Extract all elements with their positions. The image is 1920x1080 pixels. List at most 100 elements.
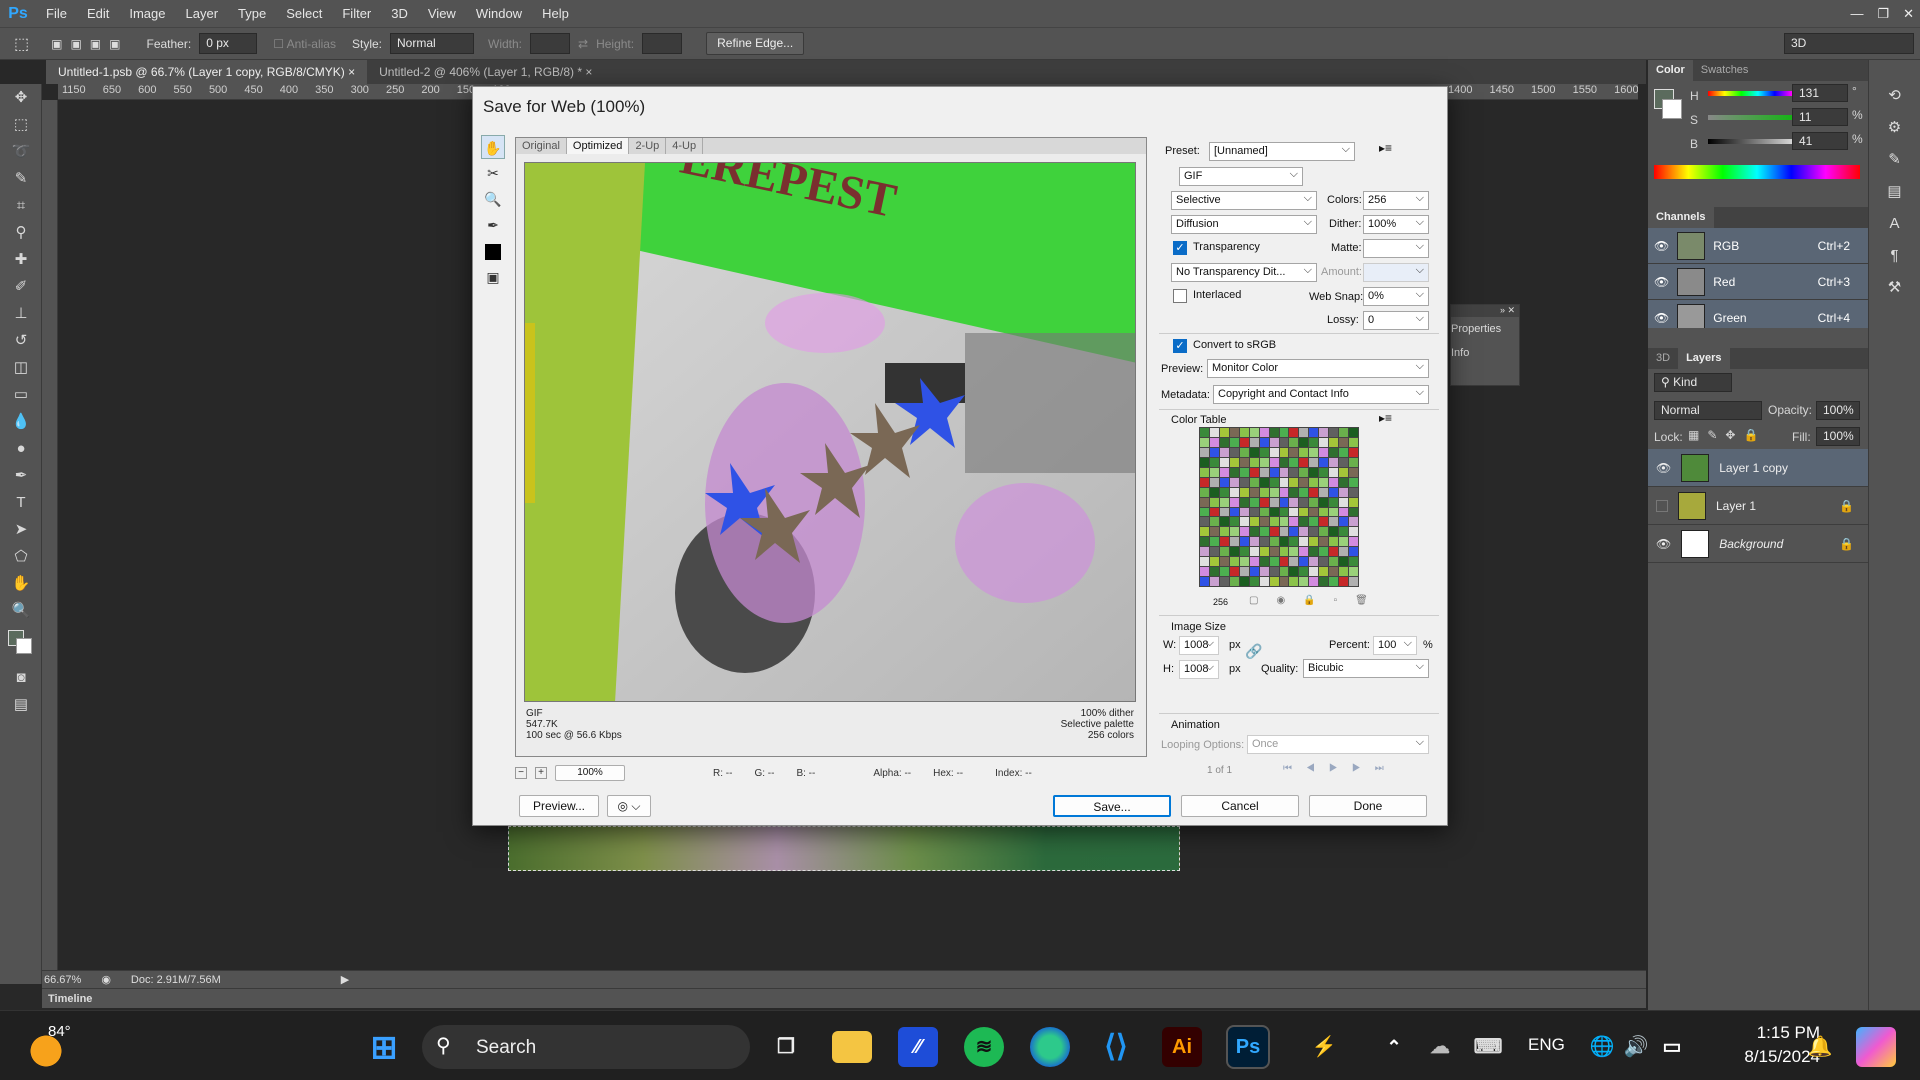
- color-table-swatch[interactable]: [1259, 547, 1269, 557]
- color-table-swatch[interactable]: [1249, 577, 1259, 586]
- color-table-swatch[interactable]: [1309, 557, 1319, 567]
- gradient-tool-icon[interactable]: ▭: [0, 381, 42, 408]
- color-table-menu-icon[interactable]: ▸≡: [1379, 411, 1392, 425]
- color-table-swatch[interactable]: [1269, 428, 1279, 437]
- color-swatches-icon[interactable]: [0, 624, 42, 664]
- color-table-swatch[interactable]: [1329, 447, 1339, 457]
- chevron-up-icon[interactable]: ⌃: [1374, 1027, 1414, 1067]
- color-table-swatch[interactable]: [1329, 537, 1339, 547]
- color-table-swatch[interactable]: [1339, 457, 1349, 467]
- color-table-grid[interactable]: [1199, 427, 1359, 587]
- zoom-tool-icon[interactable]: 🔍: [0, 597, 42, 624]
- healing-tool-icon[interactable]: ✚: [0, 246, 42, 273]
- color-table-swatch[interactable]: [1219, 428, 1229, 437]
- color-table-swatch[interactable]: [1329, 428, 1339, 437]
- color-table-swatch[interactable]: [1200, 467, 1209, 477]
- color-table-swatch[interactable]: [1349, 497, 1358, 507]
- color-table-swatch[interactable]: [1209, 437, 1219, 447]
- color-table-swatch[interactable]: [1200, 477, 1209, 487]
- color-table-swatch[interactable]: [1309, 487, 1319, 497]
- menu-help[interactable]: Help: [532, 0, 579, 27]
- color-table-swatch[interactable]: [1319, 527, 1329, 537]
- color-table-swatch[interactable]: [1219, 487, 1229, 497]
- color-table-swatch[interactable]: [1200, 577, 1209, 586]
- color-table-swatch[interactable]: [1229, 547, 1239, 557]
- color-table-swatch[interactable]: [1219, 537, 1229, 547]
- color-table-swatch[interactable]: [1269, 517, 1279, 527]
- selection-mode-icons[interactable]: ▣▣▣▣: [51, 37, 128, 51]
- color-table-swatch[interactable]: [1329, 497, 1339, 507]
- color-table-swatch[interactable]: [1319, 517, 1329, 527]
- color-table-swatch[interactable]: [1219, 477, 1229, 487]
- toggle-slices-icon[interactable]: ▣: [481, 265, 505, 289]
- color-table-swatch[interactable]: [1269, 487, 1279, 497]
- color-table-swatch[interactable]: [1289, 457, 1299, 467]
- color-table-swatch[interactable]: [1209, 547, 1219, 557]
- color-table-swatch[interactable]: [1289, 547, 1299, 557]
- color-table-swatch[interactable]: [1219, 567, 1229, 577]
- color-table-swatch[interactable]: [1279, 437, 1289, 447]
- color-table-swatch[interactable]: [1279, 487, 1289, 497]
- color-table-swatch[interactable]: [1319, 457, 1329, 467]
- color-table-swatch[interactable]: [1249, 428, 1259, 437]
- color-table-swatch[interactable]: [1339, 557, 1349, 567]
- clone-source-icon[interactable]: ▤: [1869, 176, 1920, 208]
- info-item[interactable]: Info: [1451, 335, 1519, 359]
- document-canvas[interactable]: [508, 826, 1180, 871]
- color-table-swatch[interactable]: [1299, 467, 1309, 477]
- color-table-swatch[interactable]: [1229, 467, 1239, 477]
- color-table-swatch[interactable]: [1200, 457, 1209, 467]
- blur-tool-icon[interactable]: 💧: [0, 408, 42, 435]
- color-table-swatch[interactable]: [1309, 547, 1319, 557]
- color-table-swatch[interactable]: [1239, 457, 1249, 467]
- color-table-swatch[interactable]: [1269, 477, 1279, 487]
- color-table-swatch[interactable]: [1269, 437, 1279, 447]
- feather-input[interactable]: 0 px: [199, 33, 258, 54]
- tab-4-up[interactable]: 4-Up: [666, 138, 704, 154]
- color-table-swatch[interactable]: [1279, 557, 1289, 567]
- color-table-swatch[interactable]: [1249, 487, 1259, 497]
- color-table-swatch[interactable]: [1200, 537, 1209, 547]
- reduction-select[interactable]: Selective: [1171, 190, 1317, 210]
- menu-edit[interactable]: Edit: [77, 0, 119, 27]
- color-table-swatch[interactable]: [1229, 477, 1239, 487]
- app-icon[interactable]: ⁄⁄: [898, 1027, 938, 1067]
- color-table-swatch[interactable]: [1249, 527, 1259, 537]
- cancel-button[interactable]: Cancel: [1181, 795, 1299, 817]
- close-button[interactable]: ✕: [1903, 0, 1914, 27]
- color-table-swatch[interactable]: [1249, 437, 1259, 447]
- color-table-swatch[interactable]: [1279, 577, 1289, 586]
- menu-file[interactable]: File: [36, 0, 77, 27]
- color-table-swatch[interactable]: [1349, 457, 1358, 467]
- color-table-swatch[interactable]: [1309, 447, 1319, 457]
- color-table-swatch[interactable]: [1309, 567, 1319, 577]
- illustrator-icon[interactable]: Ai: [1162, 1027, 1202, 1067]
- color-table-swatch[interactable]: [1309, 477, 1319, 487]
- saturation-input[interactable]: 11: [1792, 108, 1848, 126]
- color-table-swatch[interactable]: [1259, 577, 1269, 586]
- color-table-swatch[interactable]: [1209, 447, 1219, 457]
- color-table-swatch[interactable]: [1279, 507, 1289, 517]
- color-table-swatch[interactable]: [1339, 517, 1349, 527]
- color-table-swatch[interactable]: [1219, 437, 1229, 447]
- color-table-swatch[interactable]: [1249, 537, 1259, 547]
- color-table-swatch[interactable]: [1339, 527, 1349, 537]
- move-tool-icon[interactable]: ✥: [0, 84, 42, 111]
- color-table-swatch[interactable]: [1239, 447, 1249, 457]
- preview-button[interactable]: Preview...: [519, 795, 599, 817]
- color-table-swatch[interactable]: [1329, 547, 1339, 557]
- color-table-swatch[interactable]: [1319, 477, 1329, 487]
- color-table-swatch[interactable]: [1289, 447, 1299, 457]
- color-table-swatch[interactable]: [1349, 547, 1358, 557]
- color-table-swatch[interactable]: [1329, 567, 1339, 577]
- color-table-swatch[interactable]: [1289, 437, 1299, 447]
- collapse-icon[interactable]: » ✕: [1451, 305, 1519, 317]
- menu-view[interactable]: View: [418, 0, 466, 27]
- color-table-swatch[interactable]: [1309, 437, 1319, 447]
- menu-window[interactable]: Window: [466, 0, 532, 27]
- web-snap-select[interactable]: 0%: [1363, 286, 1429, 306]
- color-table-swatch[interactable]: [1229, 567, 1239, 577]
- lasso-tool-icon[interactable]: ➰: [0, 138, 42, 165]
- battery-icon[interactable]: ▭: [1652, 1027, 1692, 1067]
- width-input[interactable]: 1008: [1179, 635, 1219, 655]
